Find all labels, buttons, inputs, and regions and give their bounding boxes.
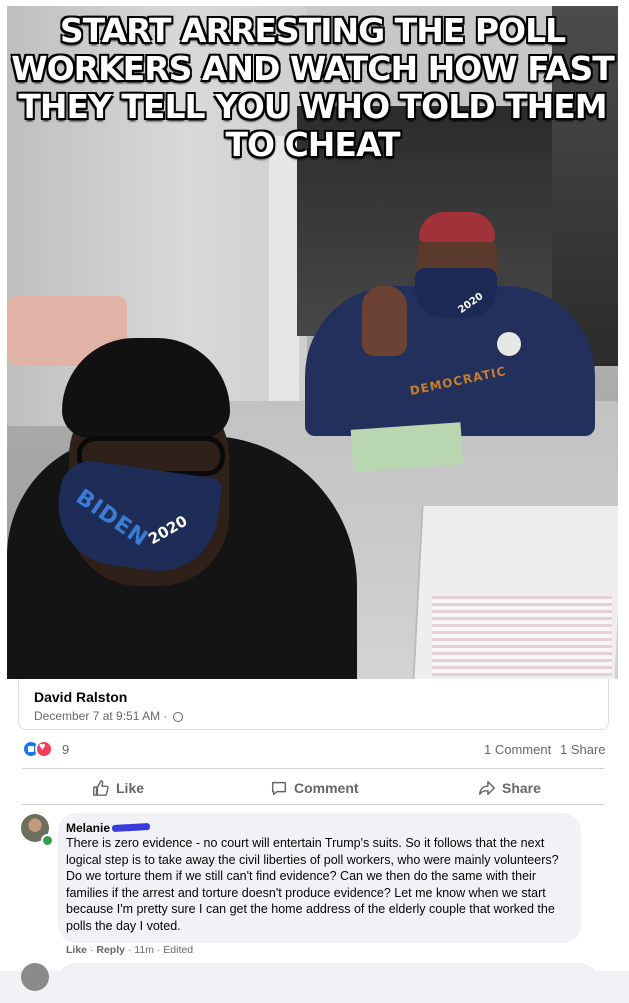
globe-icon [172, 712, 183, 722]
share-button[interactable]: Share [478, 778, 541, 798]
next-commenter-avatar[interactable] [21, 963, 49, 991]
commenter-name-text[interactable]: Melanie [66, 821, 110, 835]
image-notebook-lines [432, 596, 612, 676]
share-button-label: Share [502, 780, 541, 796]
comment-text: There is zero evidence - no court will e… [66, 836, 559, 933]
post-timestamp[interactable]: December 7 at 9:51 AM · [34, 709, 183, 723]
author-name[interactable]: David Ralston [34, 689, 127, 705]
comment-count-link[interactable]: 1 Comment [484, 742, 551, 757]
comment-reply-link[interactable]: Reply [96, 944, 125, 956]
redaction-scribble [111, 823, 151, 832]
comment-button[interactable]: Comment [270, 778, 359, 798]
online-status-dot [41, 834, 54, 847]
post-time-text[interactable]: December 7 at 9:51 AM · [34, 709, 167, 723]
shared-meme-image[interactable]: DEMOCRATIC 2020 BIDEN 2020 START ARRESTI… [7, 6, 618, 679]
shared-post-author-card[interactable]: David Ralston December 7 at 9:51 AM · [18, 679, 609, 730]
comment-separator: · [124, 944, 135, 956]
comment-time[interactable]: 11m [134, 944, 154, 956]
comment-actions: Like · Reply · 11m · Edited [66, 944, 193, 956]
image-green-papers [350, 422, 464, 472]
reaction-count[interactable]: 9 [62, 742, 69, 757]
comment-bubble-icon [271, 781, 287, 796]
image-back-woman-mask [415, 268, 497, 318]
like-button[interactable]: Like [92, 778, 144, 798]
image-back-woman-hair [419, 212, 495, 242]
image-waving-hand [362, 286, 407, 356]
share-count-link[interactable]: 1 Share [560, 742, 606, 757]
comment-edited-label[interactable]: Edited [163, 944, 193, 956]
comment-like-link[interactable]: Like [66, 944, 87, 956]
comment-bubble: Melanie There is zero evidence - no cour… [58, 813, 581, 943]
thumbs-up-icon [93, 780, 109, 796]
next-comment-bubble [58, 963, 598, 1003]
comment-separator: · [153, 944, 164, 956]
comment-separator: · [87, 944, 97, 956]
like-button-label: Like [116, 780, 145, 796]
love-reaction-icon [35, 740, 53, 758]
share-arrow-icon [479, 780, 495, 796]
comment-button-label: Comment [294, 780, 359, 796]
facebook-post: DEMOCRATIC 2020 BIDEN 2020 START ARRESTI… [0, 0, 629, 1003]
meme-caption: START ARRESTING THE POLL WORKERS AND WAT… [11, 11, 615, 164]
divider-top [22, 768, 604, 769]
image-pin-button [497, 332, 521, 356]
divider-bottom [22, 804, 604, 805]
commenter-name[interactable]: Melanie [66, 821, 151, 835]
